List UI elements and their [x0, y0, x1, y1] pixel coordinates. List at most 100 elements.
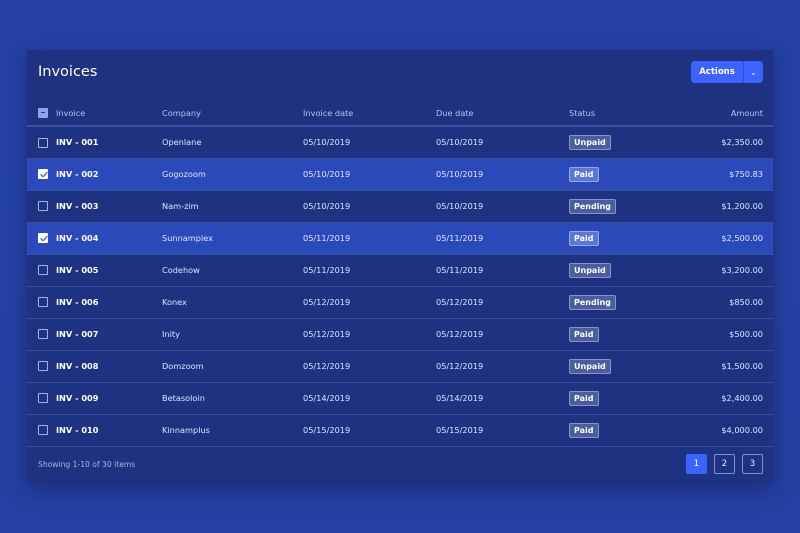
status-badge: Paid: [569, 166, 599, 182]
column-header-status[interactable]: Status: [569, 100, 679, 127]
select-all-checkbox[interactable]: [38, 107, 48, 118]
invoice-date: 05/12/2019: [303, 286, 436, 319]
due-date: 05/12/2019: [436, 350, 569, 383]
due-date: 05/11/2019: [436, 254, 569, 287]
invoice-date: 05/12/2019: [303, 350, 436, 383]
status-badge: Paid: [569, 390, 599, 406]
due-date: 05/12/2019: [436, 318, 569, 351]
table-row[interactable]: INV - 005 Codehow 05/11/2019 05/11/2019 …: [27, 254, 773, 287]
invoice-date: 05/14/2019: [303, 382, 436, 415]
pagination-summary: Showing 1-10 of 30 items: [38, 460, 136, 469]
row-checkbox[interactable]: [38, 265, 48, 276]
table-row[interactable]: INV - 006 Konex 05/12/2019 05/12/2019 Pe…: [27, 286, 773, 319]
table-row[interactable]: INV - 002 Gogozoom 05/10/2019 05/10/2019…: [27, 158, 773, 191]
table-row[interactable]: INV - 001 Openlane 05/10/2019 05/10/2019…: [27, 126, 773, 159]
column-header-invoice[interactable]: Invoice: [56, 100, 162, 127]
invoice-id[interactable]: INV - 009: [56, 382, 162, 415]
due-date: 05/10/2019: [436, 190, 569, 223]
page-button-2[interactable]: 2: [714, 454, 735, 474]
invoice-id[interactable]: INV - 007: [56, 318, 162, 351]
row-checkbox[interactable]: [38, 393, 48, 404]
pagination: 1 2 3: [686, 454, 763, 474]
column-header-company[interactable]: Company: [162, 100, 303, 127]
row-checkbox[interactable]: [38, 425, 48, 436]
due-date: 05/11/2019: [436, 222, 569, 255]
status-badge: Paid: [569, 422, 599, 438]
row-checkbox[interactable]: [38, 361, 48, 372]
invoice-date: 05/12/2019: [303, 318, 436, 351]
table-row[interactable]: INV - 010 Kinnamplus 05/15/2019 05/15/20…: [27, 414, 773, 447]
invoice-id[interactable]: INV - 001: [56, 126, 162, 159]
company: Codehow: [162, 254, 303, 287]
amount: $1,500.00: [679, 350, 773, 383]
invoice-id[interactable]: INV - 002: [56, 158, 162, 191]
table-row[interactable]: INV - 007 Inity 05/12/2019 05/12/2019 Pa…: [27, 318, 773, 351]
table-row[interactable]: INV - 003 Nam-zim 05/10/2019 05/10/2019 …: [27, 190, 773, 223]
table-header: Invoice Company Invoice date Due date St…: [27, 100, 773, 127]
amount: $850.00: [679, 286, 773, 319]
invoices-table: Invoice Company Invoice date Due date St…: [27, 100, 773, 447]
amount: $750.83: [679, 158, 773, 191]
row-checkbox[interactable]: [38, 137, 48, 148]
column-header-amount[interactable]: Amount: [679, 100, 773, 127]
page-title: Invoices: [38, 64, 98, 80]
row-checkbox[interactable]: [38, 329, 48, 340]
status-badge: Paid: [569, 326, 599, 342]
company: Gogozoom: [162, 158, 303, 191]
column-header-invoice-date[interactable]: Invoice date: [303, 100, 436, 127]
amount: $4,000.00: [679, 414, 773, 447]
amount: $2,350.00: [679, 126, 773, 159]
invoice-date: 05/11/2019: [303, 222, 436, 255]
status-badge: Unpaid: [569, 358, 611, 374]
invoice-id[interactable]: INV - 003: [56, 190, 162, 223]
company: Kinnamplus: [162, 414, 303, 447]
amount: $2,500.00: [679, 222, 773, 255]
amount: $2,400.00: [679, 382, 773, 415]
chevron-down-icon: ⌄: [750, 67, 757, 77]
table-row[interactable]: INV - 008 Domzoom 05/12/2019 05/12/2019 …: [27, 350, 773, 383]
company: Betasoloin: [162, 382, 303, 415]
amount: $500.00: [679, 318, 773, 351]
actions-split-button: Actions ⌄: [691, 61, 763, 83]
page-button-3[interactable]: 3: [742, 454, 763, 474]
company: Konex: [162, 286, 303, 319]
table-row[interactable]: INV - 009 Betasoloin 05/14/2019 05/14/20…: [27, 382, 773, 415]
invoice-id[interactable]: INV - 004: [56, 222, 162, 255]
row-checkbox[interactable]: [38, 297, 48, 308]
company: Openlane: [162, 126, 303, 159]
status-badge: Pending: [569, 294, 616, 310]
due-date: 05/10/2019: [436, 126, 569, 159]
status-badge: Unpaid: [569, 134, 611, 150]
status-badge: Unpaid: [569, 262, 611, 278]
due-date: 05/12/2019: [436, 286, 569, 319]
company: Sunnamplex: [162, 222, 303, 255]
invoices-card: Invoices Actions ⌄ Invoice Company Invoi…: [27, 50, 773, 483]
status-badge: Paid: [569, 230, 599, 246]
invoice-date: 05/10/2019: [303, 126, 436, 159]
actions-button[interactable]: Actions: [691, 61, 743, 83]
due-date: 05/15/2019: [436, 414, 569, 447]
company: Nam-zim: [162, 190, 303, 223]
due-date: 05/10/2019: [436, 158, 569, 191]
invoice-date: 05/10/2019: [303, 158, 436, 191]
table-row[interactable]: INV - 004 Sunnamplex 05/11/2019 05/11/20…: [27, 222, 773, 255]
invoice-id[interactable]: INV - 010: [56, 414, 162, 447]
row-checkbox[interactable]: [38, 201, 48, 212]
invoice-date: 05/11/2019: [303, 254, 436, 287]
amount: $3,200.00: [679, 254, 773, 287]
page-button-1[interactable]: 1: [686, 454, 707, 474]
invoice-id[interactable]: INV - 008: [56, 350, 162, 383]
company: Inity: [162, 318, 303, 351]
status-badge: Pending: [569, 198, 616, 214]
invoice-id[interactable]: INV - 005: [56, 254, 162, 287]
invoice-date: 05/15/2019: [303, 414, 436, 447]
row-checkbox[interactable]: [38, 233, 48, 244]
amount: $1,200.00: [679, 190, 773, 223]
column-header-due-date[interactable]: Due date: [436, 100, 569, 127]
invoice-date: 05/10/2019: [303, 190, 436, 223]
actions-dropdown-button[interactable]: ⌄: [743, 61, 763, 83]
row-checkbox[interactable]: [38, 169, 48, 180]
due-date: 05/14/2019: [436, 382, 569, 415]
invoice-id[interactable]: INV - 006: [56, 286, 162, 319]
company: Domzoom: [162, 350, 303, 383]
